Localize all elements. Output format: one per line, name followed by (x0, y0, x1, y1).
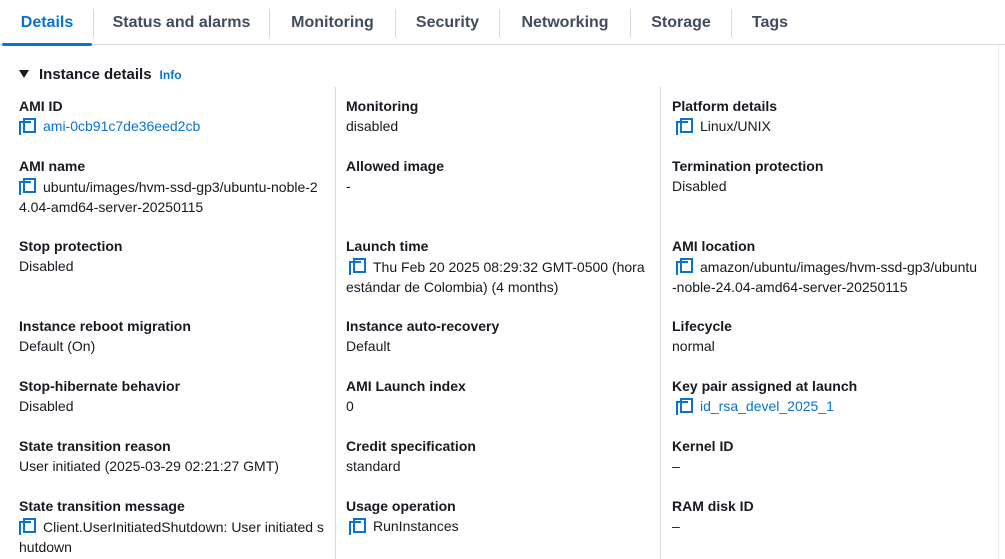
field-stop-protection: Stop protection Disabled (19, 236, 329, 276)
field-termination-protection: Termination protection Disabled (672, 156, 982, 196)
field-ram-disk-id: RAM disk ID – (672, 496, 982, 536)
tab-networking[interactable]: Networking (500, 0, 630, 45)
field-value: Disabled (19, 398, 74, 414)
copy-icon[interactable] (676, 118, 693, 135)
tab-tags[interactable]: Tags (732, 0, 808, 45)
field-ami-id: AMI ID ami-0cb91c7de36eed2cb (19, 96, 329, 136)
tab-storage[interactable]: Storage (631, 0, 731, 45)
field-key-pair: Key pair assigned at launch id_rsa_devel… (672, 376, 982, 416)
caret-down-icon[interactable] (19, 70, 29, 78)
column-divider (660, 87, 661, 559)
field-value: Disabled (672, 178, 727, 194)
ami-id-link[interactable]: ami-0cb91c7de36eed2cb (43, 116, 200, 136)
field-value-row: ami-0cb91c7de36eed2cb (19, 116, 329, 136)
field-label: AMI ID (19, 98, 63, 114)
tab-status-and-alarms[interactable]: Status and alarms (94, 0, 269, 45)
field-value: 0 (346, 398, 354, 414)
field-state-transition-message: State transition message Client.UserInit… (19, 496, 325, 557)
field-label: Allowed image (346, 158, 445, 174)
field-lifecycle: Lifecycle normal (672, 316, 982, 356)
field-value-row: ubuntu/images/hvm-ssd-gp3/ubuntu-noble-2… (19, 176, 325, 217)
field-value: Disabled (19, 258, 74, 274)
field-allowed-image: Allowed image - (346, 156, 656, 196)
field-label: AMI location (672, 238, 756, 254)
copy-icon[interactable] (19, 518, 36, 535)
ami-name-value: ubuntu/images/hvm-ssd-gp3/ubuntu-noble-2… (19, 179, 318, 215)
copy-icon[interactable] (19, 118, 36, 135)
field-value-row: Thu Feb 20 2025 08:29:32 GMT-0500 (hora … (346, 256, 652, 297)
field-ami-name: AMI name ubuntu/images/hvm-ssd-gp3/ubunt… (19, 156, 325, 217)
field-stop-hibernate-behavior: Stop-hibernate behavior Disabled (19, 376, 329, 416)
field-instance-auto-recovery: Instance auto-recovery Default (346, 316, 656, 356)
field-kernel-id: Kernel ID – (672, 436, 982, 476)
field-value-row: Linux/UNIX (672, 116, 982, 136)
field-ami-launch-index: AMI Launch index 0 (346, 376, 656, 416)
section-header[interactable]: Instance details Info (19, 64, 182, 84)
field-label: Stop-hibernate behavior (19, 378, 181, 394)
field-label: Launch time (346, 238, 429, 254)
info-link[interactable]: Info (160, 68, 182, 82)
field-value: – (672, 458, 680, 474)
field-label: Kernel ID (672, 438, 734, 454)
field-label: Credit specification (346, 438, 476, 454)
platform-details-value: Linux/UNIX (700, 118, 771, 134)
tab-security[interactable]: Security (396, 0, 499, 45)
field-label: State transition message (19, 498, 185, 514)
field-value: User initiated (2025-03-29 02:21:27 GMT) (19, 458, 279, 474)
field-value: normal (672, 338, 715, 354)
column-divider (335, 87, 336, 559)
field-instance-reboot-migration: Instance reboot migration Default (On) (19, 316, 329, 356)
launch-time-value: Thu Feb 20 2025 08:29:32 GMT-0500 (hora … (346, 259, 645, 295)
copy-icon[interactable] (349, 518, 366, 535)
field-label: Key pair assigned at launch (672, 378, 858, 394)
field-label: RAM disk ID (672, 498, 754, 514)
copy-icon[interactable] (349, 258, 366, 275)
field-launch-time: Launch time Thu Feb 20 2025 08:29:32 GMT… (346, 236, 652, 297)
state-message-value: Client.UserInitiatedShutdown: User initi… (19, 519, 324, 555)
copy-icon[interactable] (676, 398, 693, 415)
field-value-row: RunInstances (346, 516, 656, 536)
field-value-row: Client.UserInitiatedShutdown: User initi… (19, 516, 325, 557)
tab-monitoring[interactable]: Monitoring (270, 0, 395, 45)
panel-right-border (998, 45, 999, 559)
field-state-transition-reason: State transition reason User initiated (… (19, 436, 329, 476)
field-ami-location: AMI location amazon/ubuntu/images/hvm-ss… (672, 236, 978, 297)
field-value: Default (On) (19, 338, 96, 354)
field-label: Lifecycle (672, 318, 732, 334)
field-value-row: amazon/ubuntu/images/hvm-ssd-gp3/ubuntu-… (672, 256, 978, 297)
field-monitoring: Monitoring disabled (346, 96, 656, 136)
field-label: Instance auto-recovery (346, 318, 500, 334)
copy-icon[interactable] (676, 258, 693, 275)
ami-location-value: amazon/ubuntu/images/hvm-ssd-gp3/ubuntu-… (672, 259, 978, 295)
field-label: Usage operation (346, 498, 456, 514)
tab-bar: Details Status and alarms Monitoring Sec… (0, 0, 1005, 46)
usage-operation-value: RunInstances (373, 518, 459, 534)
field-credit-specification: Credit specification standard (346, 436, 656, 476)
field-label: Termination protection (672, 158, 824, 174)
field-label: State transition reason (19, 438, 171, 454)
field-value: - (346, 178, 351, 194)
field-value: Default (346, 338, 391, 354)
tab-details[interactable]: Details (2, 0, 92, 46)
field-usage-operation: Usage operation RunInstances (346, 496, 656, 536)
field-value: disabled (346, 118, 399, 134)
copy-icon[interactable] (19, 178, 36, 195)
field-value-row: id_rsa_devel_2025_1 (672, 396, 982, 416)
field-label: Instance reboot migration (19, 318, 191, 334)
field-label: Platform details (672, 98, 778, 114)
field-value: standard (346, 458, 401, 474)
field-value: – (672, 518, 680, 534)
key-pair-link[interactable]: id_rsa_devel_2025_1 (700, 396, 834, 416)
section-title: Instance details (39, 65, 152, 83)
field-platform-details: Platform details Linux/UNIX (672, 96, 982, 136)
field-label: AMI name (19, 158, 86, 174)
field-label: AMI Launch index (346, 378, 466, 394)
field-label: Monitoring (346, 98, 419, 114)
field-label: Stop protection (19, 238, 123, 254)
